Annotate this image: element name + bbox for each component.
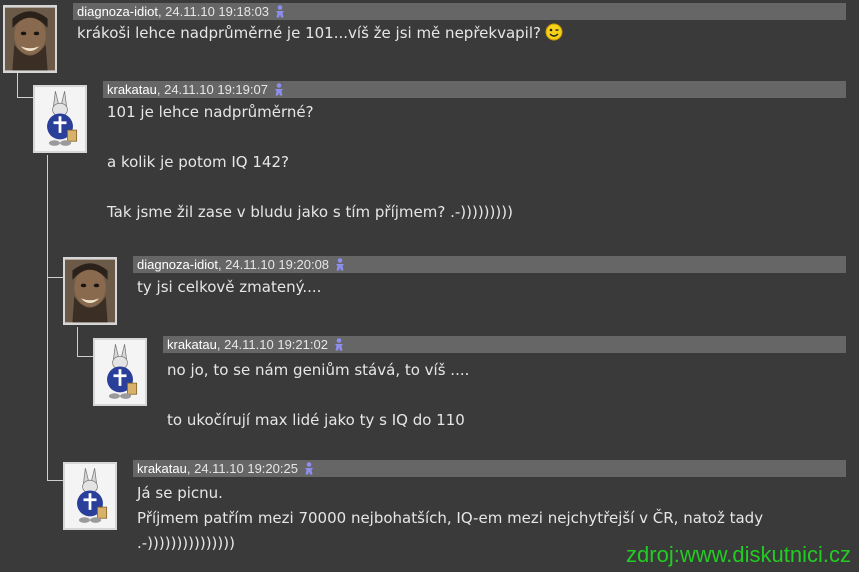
post-text-line: Tak jsme žil zase v bludu jako s tím pří… xyxy=(107,203,513,221)
post-author[interactable]: krakatau xyxy=(107,82,157,97)
post-author[interactable]: krakatau xyxy=(137,461,187,476)
post-header: diagnoza-idiot, 24.11.10 19:18:03 xyxy=(73,3,846,20)
user-profile-icon[interactable] xyxy=(334,338,344,351)
avatar[interactable] xyxy=(63,462,117,530)
post-text-line: Já se picnu. xyxy=(137,484,223,502)
source-watermark: zdroj:www.diskutnici.cz xyxy=(626,542,851,567)
post-author[interactable]: diagnoza-idiot xyxy=(137,257,218,272)
thread-line xyxy=(77,327,78,357)
post-author[interactable]: krakatau xyxy=(167,337,217,352)
thread-line xyxy=(47,277,63,278)
post-header: diagnoza-idiot, 24.11.10 19:20:08 xyxy=(133,256,846,273)
post-text-line: a kolik je potom IQ 142? xyxy=(107,153,289,171)
wink-icon xyxy=(545,23,563,41)
avatar[interactable] xyxy=(63,257,117,325)
post-timestamp: , 24.11.10 19:20:08 xyxy=(217,257,330,272)
user-profile-icon[interactable] xyxy=(274,83,284,96)
post-body: no jo, to se nám geniům stává, to víš ..… xyxy=(167,358,469,433)
thread-line xyxy=(47,480,63,481)
post-timestamp: , 24.11.10 19:18:03 xyxy=(157,4,270,19)
thread-line xyxy=(77,356,93,357)
user-profile-icon[interactable] xyxy=(275,5,285,18)
post-text-line: to ukočírují max lidé jako ty s IQ do 11… xyxy=(167,411,465,429)
rabbit-avatar-icon xyxy=(65,464,115,528)
thread-line xyxy=(17,97,33,98)
portrait-avatar-icon xyxy=(65,259,115,323)
portrait-avatar-icon xyxy=(5,7,55,71)
user-profile-icon[interactable] xyxy=(304,462,314,475)
user-profile-icon[interactable] xyxy=(335,258,345,271)
post-body: ty jsi celkově zmatený.... xyxy=(137,275,321,300)
rabbit-avatar-icon xyxy=(95,340,145,404)
post-text-line: no jo, to se nám geniům stává, to víš ..… xyxy=(167,361,470,379)
post-body: krákoši lehce nadprůměrné je 101...víš ž… xyxy=(77,21,563,46)
post-timestamp: , 24.11.10 19:21:02 xyxy=(216,337,328,352)
rabbit-avatar-icon xyxy=(35,87,85,151)
post-text-line: ty jsi celkově zmatený.... xyxy=(137,278,322,296)
post-text-line: Příjmem patřím mezi 70000 nejbohatších, … xyxy=(137,509,764,527)
post-text-line: 101 je lehce nadprůměrné? xyxy=(107,103,314,121)
thread-line xyxy=(47,155,48,481)
post-timestamp: , 24.11.10 19:20:25 xyxy=(186,461,298,476)
avatar[interactable] xyxy=(3,5,57,73)
post-header: krakatau, 24.11.10 19:21:02 xyxy=(163,336,846,353)
post-timestamp: , 24.11.10 19:19:07 xyxy=(156,82,268,97)
post-header: krakatau, 24.11.10 19:19:07 xyxy=(103,81,846,98)
avatar[interactable] xyxy=(93,338,147,406)
post-header: krakatau, 24.11.10 19:20:25 xyxy=(133,460,846,477)
post-body: 101 je lehce nadprůměrné? a kolik je pot… xyxy=(107,100,513,225)
thread-line xyxy=(17,73,18,98)
post-author[interactable]: diagnoza-idiot xyxy=(77,4,158,19)
post-text-line: krákoši lehce nadprůměrné je 101...víš ž… xyxy=(77,24,541,42)
avatar[interactable] xyxy=(33,85,87,153)
